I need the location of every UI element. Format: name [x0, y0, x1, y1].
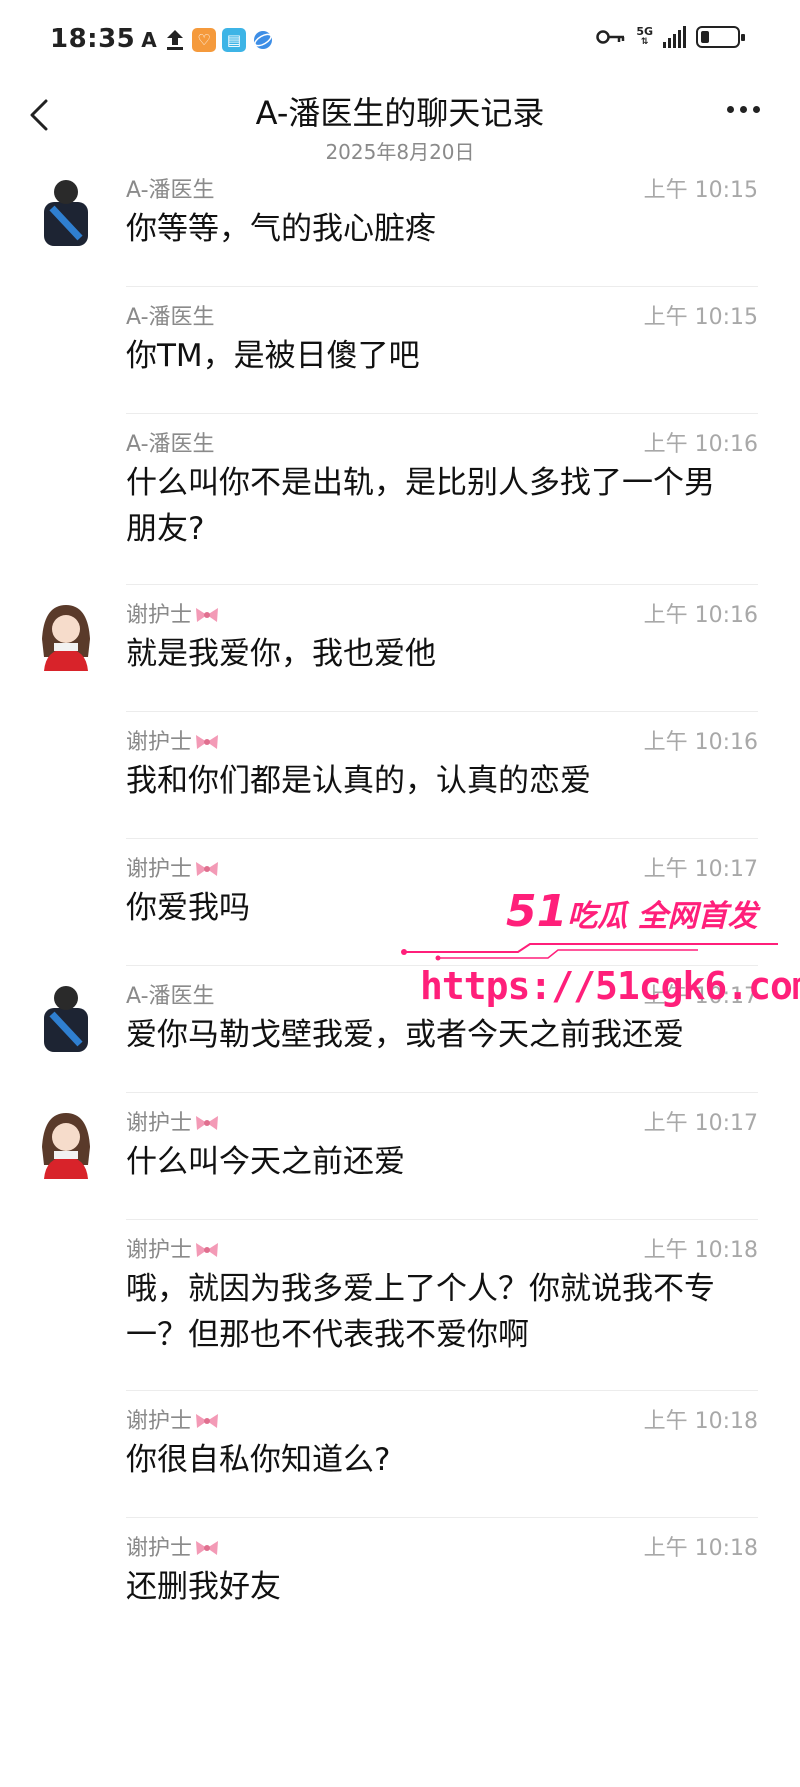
heart-app-icon: ♡ — [192, 28, 216, 52]
title-bar: A-潘医生的聊天记录 2025年8月20日 — [0, 80, 800, 170]
bow-icon — [196, 862, 219, 876]
female-avatar — [42, 1113, 90, 1179]
status-bar: 18:35 A ♡ ▤ 5G ⇅ — [0, 0, 800, 80]
watermark: 51吃瓜 全网首发 https://51cgk6.com — [398, 878, 800, 1038]
bow-icon — [196, 608, 219, 622]
sender-name: 谢护士 — [126, 724, 220, 756]
sender-name: 谢护士 — [126, 851, 220, 883]
book-app-icon: ▤ — [222, 28, 246, 52]
message-item: 谢护士 上午 10:16 我和你们都是认真的，认真的恋爱 — [126, 712, 758, 839]
message-time: 上午 10:18 — [643, 1409, 758, 1434]
message-text: 你等等，气的我心脏疼 — [126, 211, 436, 247]
message-time: 上午 10:18 — [643, 1238, 758, 1263]
watermark-brand: 51吃瓜 全网首发 — [506, 886, 758, 937]
font-icon: A — [141, 28, 157, 52]
message-text: 什么叫今天之前还爱 — [126, 1144, 405, 1180]
sender-name: A-潘医生 — [126, 984, 215, 1009]
message-item: 谢护士 上午 10:18 还删我好友 — [126, 1518, 758, 1644]
message-text: 你很自私你知道么? — [126, 1442, 391, 1478]
sender-name: 谢护士 — [126, 597, 220, 629]
battery-icon — [696, 26, 745, 48]
message-time: 上午 10:16 — [643, 603, 758, 628]
message-item: 谢护士 上午 10:18 你很自私你知道么? — [126, 1391, 758, 1518]
sender-name: A-潘医生 — [126, 305, 215, 330]
message-item: A-潘医生 上午 10:16 什么叫你不是出轨，是比别人多找了一个男朋友? — [126, 414, 758, 585]
key-icon — [596, 30, 625, 44]
sender-name: 谢护士 — [126, 1403, 220, 1435]
status-time: 18:35 — [50, 24, 136, 54]
message-time: 上午 10:18 — [643, 1536, 758, 1561]
message-time: 上午 10:16 — [643, 730, 758, 755]
message-text: 什么叫你不是出轨，是比别人多找了一个男朋友? — [126, 465, 715, 547]
network-type-label: 5G — [636, 25, 653, 38]
page-title: A-潘医生的聊天记录 — [255, 94, 545, 132]
message-text: 就是我爱你，我也爱他 — [126, 636, 436, 672]
system-icons: 5G ⇅ — [596, 25, 745, 48]
message-item: A-潘医生 上午 10:15 你等等，气的我心脏疼 — [44, 160, 758, 287]
upload-icon — [167, 30, 183, 50]
watermark-url: https://51cgk6.com — [420, 964, 800, 1008]
bow-icon — [196, 1116, 219, 1130]
message-item: A-潘医生 上午 10:15 你TM，是被日傻了吧 — [126, 287, 758, 414]
more-options-icon[interactable] — [727, 106, 760, 113]
sender-name: 谢护士 — [126, 1530, 220, 1562]
male-avatar — [44, 180, 88, 246]
message-time: 上午 10:16 — [643, 432, 758, 457]
notification-icons: A ♡ ▤ — [140, 28, 274, 52]
data-arrows-icon: ⇅ — [640, 37, 649, 47]
message-time: 上午 10:15 — [643, 178, 758, 203]
globe-app-icon — [254, 31, 272, 49]
sender-name: A-潘医生 — [126, 178, 215, 203]
sender-name: A-潘医生 — [126, 432, 215, 457]
female-avatar — [42, 605, 90, 671]
message-text: 还删我好友 — [126, 1569, 281, 1605]
message-item: 谢护士 上午 10:17 什么叫今天之前还爱 — [42, 1093, 758, 1220]
message-time: 上午 10:15 — [643, 305, 758, 330]
message-text: 你TM，是被日傻了吧 — [126, 338, 420, 374]
message-time: 上午 10:17 — [643, 1111, 758, 1136]
sender-name: 谢护士 — [126, 1105, 220, 1137]
message-item: 谢护士 上午 10:16 就是我爱你，我也爱他 — [42, 585, 758, 712]
bow-icon — [196, 1414, 219, 1428]
bow-icon — [196, 735, 219, 749]
message-text: 哦，就因为我多爱上了个人？你就说我不专一？但那也不代表我不爱你啊 — [126, 1271, 715, 1353]
sender-name: 谢护士 — [126, 1232, 220, 1264]
signal-icon — [663, 26, 686, 48]
bow-icon — [196, 1541, 219, 1555]
male-avatar — [44, 986, 88, 1052]
bow-icon — [196, 1243, 219, 1257]
message-text: 我和你们都是认真的，认真的恋爱 — [126, 763, 591, 799]
message-item: 谢护士 上午 10:18 哦，就因为我多爱上了个人？你就说我不专一？但那也不代表… — [126, 1220, 758, 1391]
